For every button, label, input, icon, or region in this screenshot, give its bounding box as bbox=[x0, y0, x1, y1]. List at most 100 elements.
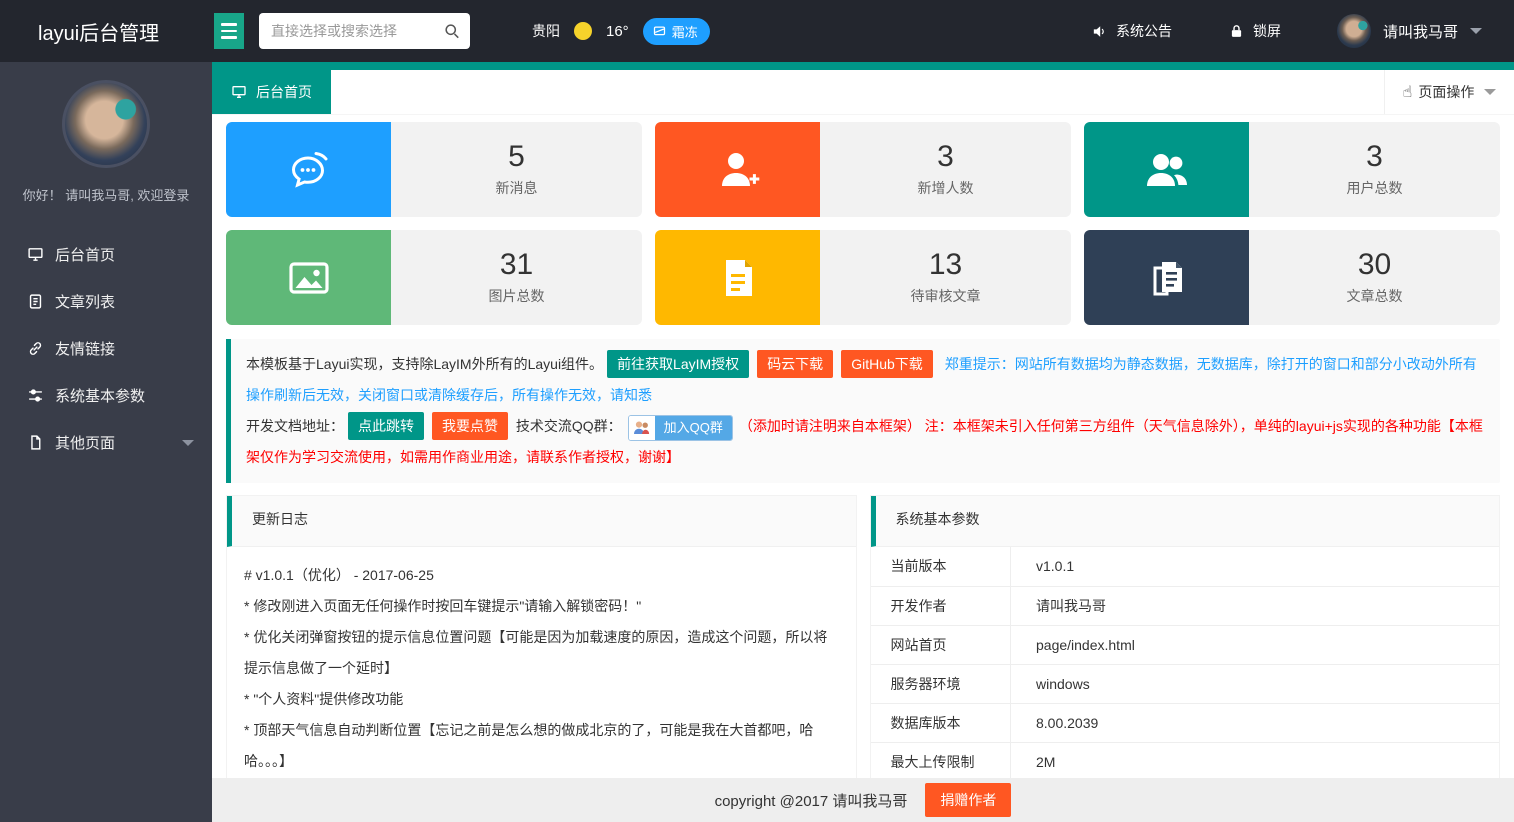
stat-value: 3 bbox=[1366, 141, 1383, 173]
app-logo: layui后台管理 bbox=[0, 17, 212, 46]
image-icon bbox=[285, 254, 333, 302]
notice-text: 本模板基于Layui实现，支持除LayIM外所有的Layui组件。 bbox=[246, 356, 603, 372]
stat-label: 待审核文章 bbox=[911, 286, 981, 306]
system-params-panel: 系统基本参数 当前版本v1.0.1 开发作者请叫我马哥 网站首页page/ind… bbox=[870, 495, 1501, 778]
search-box[interactable] bbox=[259, 13, 470, 49]
param-label: 网站首页 bbox=[871, 625, 1011, 664]
changelog-panel-title: 更新日志 bbox=[227, 496, 856, 547]
stat-card-pending-articles[interactable]: 13 待审核文章 bbox=[655, 230, 1071, 325]
param-value: page/index.html bbox=[1011, 625, 1500, 664]
system-announcement-label: 系统公告 bbox=[1116, 21, 1172, 41]
like-button[interactable]: 我要点赞 bbox=[432, 412, 508, 440]
changelog-line: * 修改刚进入页面无任何操作时按回车键提示"请输入解锁密码！" bbox=[244, 591, 839, 622]
stat-card-new-users[interactable]: 3 新增人数 bbox=[655, 122, 1071, 217]
table-row: 服务器环境windows bbox=[871, 664, 1500, 703]
weather-temp: 16° bbox=[606, 23, 629, 40]
page-operations-dropdown[interactable]: ☝ 页面操作 bbox=[1384, 70, 1514, 114]
join-qq-group-label: 加入QQ群 bbox=[655, 415, 732, 441]
notice-blockquote: 本模板基于Layui实现，支持除LayIM外所有的Layui组件。前往获取Lay… bbox=[226, 339, 1500, 483]
param-label: 数据库版本 bbox=[871, 703, 1011, 742]
donate-button[interactable]: 捐赠作者 bbox=[925, 783, 1011, 817]
table-row: 数据库版本8.00.2039 bbox=[871, 703, 1500, 742]
monitor-icon bbox=[231, 84, 247, 100]
param-value: 请叫我马哥 bbox=[1011, 586, 1500, 625]
stat-cards: 5 新消息 3 新增人数 bbox=[226, 122, 1500, 325]
page-operations-label: 页面操作 bbox=[1418, 82, 1474, 102]
sidebar-item-articles[interactable]: 文章列表 bbox=[0, 278, 212, 325]
notice-text: 技术交流QQ群： bbox=[516, 418, 622, 434]
stat-label: 新增人数 bbox=[918, 178, 974, 198]
sidebar-item-label: 后台首页 bbox=[55, 244, 115, 265]
users-icon bbox=[1143, 146, 1191, 194]
lock-screen-button[interactable]: 锁屏 bbox=[1228, 21, 1281, 41]
stat-card-new-messages[interactable]: 5 新消息 bbox=[226, 122, 642, 217]
stat-card-total-users[interactable]: 3 用户总数 bbox=[1084, 122, 1500, 217]
system-announcement-button[interactable]: 系统公告 bbox=[1091, 21, 1172, 41]
notice-text: 开发文档地址： bbox=[246, 418, 344, 434]
sidebar-item-system-params[interactable]: 系统基本参数 bbox=[0, 372, 212, 419]
changelog-body: # v1.0.1（优化） - 2017-06-25 * 修改刚进入页面无任何操作… bbox=[227, 547, 856, 778]
stat-value: 31 bbox=[500, 249, 533, 281]
chevron-down-icon bbox=[1470, 28, 1482, 34]
sidebar-item-home[interactable]: 后台首页 bbox=[0, 231, 212, 278]
weather-widget: 贵阳 16° 霜冻 bbox=[532, 18, 710, 45]
user-menu[interactable]: 请叫我马哥 bbox=[1337, 14, 1482, 48]
changelog-line: * "个人资料"提供修改功能 bbox=[244, 684, 839, 715]
notice-red-text: （添加时请注明来自本框架） bbox=[739, 418, 921, 434]
table-row: 网站首页page/index.html bbox=[871, 625, 1500, 664]
notice-line-1: 本模板基于Layui实现，支持除LayIM外所有的Layui组件。前往获取Lay… bbox=[246, 349, 1485, 411]
weather-sign-icon bbox=[652, 24, 667, 39]
stat-value: 30 bbox=[1358, 249, 1391, 281]
hamburger-menu-button[interactable] bbox=[214, 13, 244, 49]
changelog-line: * 顶部天气信息自动判断位置【忘记之前是怎么想的做成北京的了，可能是我在大首都吧… bbox=[244, 715, 839, 777]
chevron-down-icon bbox=[1484, 89, 1496, 95]
table-row: 当前版本v1.0.1 bbox=[871, 547, 1500, 586]
tab-home[interactable]: 后台首页 bbox=[212, 70, 331, 114]
monitor-icon bbox=[27, 246, 44, 263]
search-icon bbox=[442, 21, 462, 41]
weather-alert-badge: 霜冻 bbox=[643, 18, 710, 45]
tab-home-label: 后台首页 bbox=[256, 82, 312, 102]
stat-value: 5 bbox=[508, 141, 525, 173]
param-label: 开发作者 bbox=[871, 586, 1011, 625]
sidebar: 你好！ 请叫我马哥, 欢迎登录 后台首页 文章列表 友情链接 系统基本参数 其他… bbox=[0, 62, 212, 822]
sidebar-item-other-pages[interactable]: 其他页面 bbox=[0, 419, 212, 466]
lock-screen-label: 锁屏 bbox=[1253, 21, 1281, 41]
system-params-table: 当前版本v1.0.1 开发作者请叫我马哥 网站首页page/index.html… bbox=[871, 547, 1500, 778]
weather-alert-label: 霜冻 bbox=[672, 22, 698, 41]
weather-city: 贵阳 bbox=[532, 21, 560, 41]
param-label: 最大上传限制 bbox=[871, 742, 1011, 778]
sidebar-item-label: 友情链接 bbox=[55, 338, 115, 359]
notice-line-2: 开发文档地址：点此跳转我要点赞 技术交流QQ群： 加入QQ群 （添加时请注明来自本框… bbox=[246, 411, 1485, 473]
user-avatar bbox=[1337, 14, 1371, 48]
stat-card-total-images[interactable]: 31 图片总数 bbox=[226, 230, 642, 325]
system-params-panel-title: 系统基本参数 bbox=[871, 496, 1500, 547]
sidebar-item-label: 系统基本参数 bbox=[55, 385, 145, 406]
stat-value: 3 bbox=[937, 141, 954, 173]
layim-auth-button[interactable]: 前往获取LayIM授权 bbox=[607, 350, 749, 378]
footer: copyright @2017 请叫我马哥 捐赠作者 bbox=[212, 778, 1514, 822]
chevron-down-icon bbox=[182, 440, 194, 446]
profile-avatar bbox=[62, 80, 150, 168]
sun-icon bbox=[574, 22, 592, 40]
stat-card-total-articles[interactable]: 30 文章总数 bbox=[1084, 230, 1500, 325]
param-value: 8.00.2039 bbox=[1011, 703, 1500, 742]
param-value: windows bbox=[1011, 664, 1500, 703]
sidebar-greeting: 你好！ 请叫我马哥, 欢迎登录 bbox=[0, 185, 212, 204]
changelog-line: # v1.0.1（优化） - 2017-06-25 bbox=[244, 560, 839, 591]
github-download-button[interactable]: GitHub下载 bbox=[841, 350, 933, 378]
pages-icon bbox=[27, 434, 44, 451]
gitee-download-button[interactable]: 码云下载 bbox=[757, 350, 833, 378]
join-qq-group-button[interactable]: 加入QQ群 bbox=[628, 415, 733, 441]
search-input[interactable] bbox=[259, 13, 470, 49]
documents-icon bbox=[1143, 254, 1191, 302]
lock-icon bbox=[1228, 23, 1245, 40]
article-icon bbox=[27, 293, 44, 310]
docs-jump-button[interactable]: 点此跳转 bbox=[348, 412, 424, 440]
link-icon bbox=[27, 340, 44, 357]
qq-group-icon bbox=[629, 415, 655, 441]
changelog-panel: 更新日志 # v1.0.1（优化） - 2017-06-25 * 修改刚进入页面… bbox=[226, 495, 857, 778]
sidebar-item-links[interactable]: 友情链接 bbox=[0, 325, 212, 372]
speaker-icon bbox=[1091, 23, 1108, 40]
sidebar-item-label: 文章列表 bbox=[55, 291, 115, 312]
